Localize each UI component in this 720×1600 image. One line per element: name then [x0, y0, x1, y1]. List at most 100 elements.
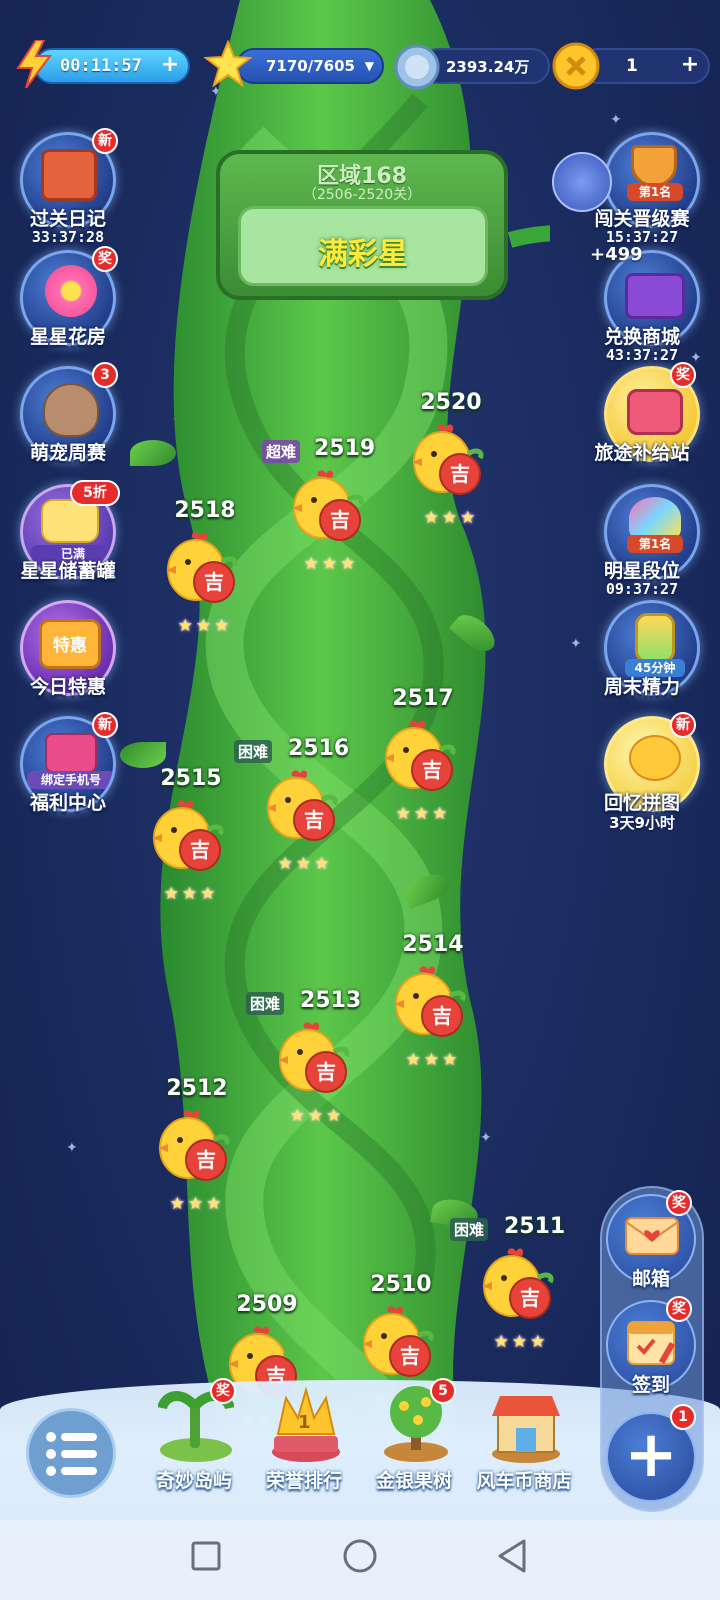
mailbox-label: 邮箱 — [631, 1268, 670, 1290]
chick-level-icon: 吉 — [362, 1306, 434, 1377]
star-rank-button[interactable]: 第1名 明星段位 09:37:27 — [590, 484, 700, 598]
diary-button[interactable]: 新 过关日记 33:37:28 — [6, 128, 118, 246]
zone-name: 满彩星 — [318, 237, 408, 272]
chick-character: 吉 — [204, 570, 224, 594]
chick-level-icon: 吉 — [266, 770, 338, 841]
memory-puzzle-label: 回忆拼图 — [603, 792, 680, 814]
weekend-energy-button[interactable]: 45分钟 周末精力 — [590, 600, 700, 710]
zone-name-panel: 满彩星 — [238, 206, 488, 286]
level-number: 2511 — [504, 1214, 566, 1239]
level-number: 2520 — [420, 390, 482, 415]
add-gold-button[interactable]: + — [678, 54, 702, 78]
difficulty-tag: 困难 — [234, 740, 273, 763]
energy-timer: 00:11:57 — [60, 56, 142, 76]
level-node-2517[interactable]: 2517 吉 ★★★ — [368, 686, 478, 846]
menu-button[interactable] — [26, 1408, 116, 1498]
daily-deal-button[interactable]: 特惠 今日特惠 — [6, 600, 116, 710]
chick-level-icon: 吉 — [158, 1110, 230, 1181]
level-number: 2514 — [402, 932, 464, 957]
new-badge: 新 — [670, 712, 696, 738]
memory-puzzle-button[interactable]: 新 回忆拼图 3天9小时 — [590, 712, 700, 832]
wonder-island-label: 奇妙岛屿 — [155, 1470, 232, 1492]
sparkle: ✦ — [610, 112, 622, 128]
leaf — [130, 440, 176, 466]
level-node-2512[interactable]: 2512 吉 ★★★ — [142, 1076, 252, 1236]
level-node-2518[interactable]: 2518 吉 ★★★ — [150, 498, 260, 658]
level-node-2515[interactable]: 2515 吉 ★★★ — [136, 766, 246, 926]
three-stars-icon: ★★★ — [163, 884, 219, 904]
three-stars-icon: ★★★ — [303, 554, 359, 574]
level-node-2514[interactable]: 2514 吉 ★★★ — [378, 932, 488, 1092]
windmill-shop-button[interactable]: 风车币商店 — [474, 1384, 574, 1494]
home-icon[interactable] — [342, 1538, 378, 1574]
chick-character: 吉 — [316, 1060, 336, 1084]
level-stars: ★★★ — [368, 804, 478, 824]
level-node-2511[interactable]: 2511 困难吉 ★★★ — [450, 1214, 576, 1374]
chick-level-icon: 吉 — [152, 800, 224, 871]
shop-icon — [492, 1396, 560, 1463]
chick-character: 吉 — [304, 808, 324, 832]
wonder-island-button[interactable]: 奖 奇妙岛屿 — [144, 1378, 244, 1494]
level-stars: ★★★ — [136, 884, 246, 904]
level-node-2513[interactable]: 2513 困难吉 ★★★ — [246, 988, 372, 1148]
plus-points: +499 — [590, 244, 643, 265]
three-stars-icon: ★★★ — [405, 1050, 461, 1070]
daily-deal-label: 今日特惠 — [29, 676, 106, 698]
level-node-2519[interactable]: 2519 超难吉 ★★★ — [262, 436, 386, 596]
recent-apps-icon[interactable] — [190, 1540, 222, 1572]
star-rank-label: 明星段位 — [603, 560, 680, 582]
exchange-shop-button[interactable]: +499 兑换商城 43:37:27 — [590, 244, 700, 364]
chick-character: 吉 — [432, 1004, 452, 1028]
level-node-2520[interactable]: 2520 吉 ★★★ — [396, 390, 506, 550]
level-number: 2512 — [166, 1076, 228, 1101]
chick-level-icon: 吉 — [166, 532, 238, 603]
reward-badge: 奖 — [92, 246, 118, 272]
chick-character: 吉 — [520, 1286, 540, 1310]
level-stars: ★★★ — [142, 1194, 252, 1214]
energy-pill[interactable]: 00:11:57 + — [34, 48, 190, 84]
money-tree-button[interactable]: 5 金银果树 — [364, 1378, 464, 1494]
lightning-icon — [16, 40, 52, 88]
level-node-2516[interactable]: 2516 困难吉 ★★★ — [234, 736, 360, 896]
supply-station-button[interactable]: 奖 旅途补给站 — [590, 362, 700, 476]
stars-pill[interactable]: 7170/7605 ▼ — [236, 48, 384, 84]
gift-bubble-icon[interactable] — [552, 152, 612, 212]
sparkle: ✦ — [570, 636, 582, 652]
level-number: 2516 — [288, 736, 350, 761]
honor-ranking-label: 荣誉排行 — [265, 1470, 342, 1492]
count-badge: 3 — [92, 362, 118, 388]
flower-house-button[interactable]: 奖 星星花房 — [6, 246, 118, 360]
level-stars: ★★★ — [262, 1106, 372, 1126]
welfare-center-button[interactable]: 绑定手机号 新 福利中心 — [6, 712, 118, 826]
welfare-center-label: 福利中心 — [29, 792, 106, 814]
system-nav-bar — [0, 1520, 720, 1600]
pet-weekly-label: 萌宠周赛 — [29, 442, 106, 464]
three-stars-icon: ★★★ — [493, 1332, 549, 1352]
star-savings-button[interactable]: 已满 5折 星星储蓄罐 — [6, 480, 120, 594]
three-stars-icon: ★★★ — [177, 616, 233, 636]
chick-level-icon: 吉 — [412, 424, 484, 495]
list-icon — [46, 1432, 97, 1476]
three-stars-icon: ★★★ — [395, 804, 451, 824]
back-icon[interactable] — [496, 1538, 528, 1574]
level-stars: ★★★ — [396, 508, 506, 528]
envelope-icon — [625, 1217, 679, 1255]
add-energy-button[interactable]: + — [158, 54, 182, 78]
stars-value: 7170/7605 — [266, 57, 355, 75]
reward-badge: 奖 — [670, 362, 696, 388]
weekend-energy-label: 周末精力 — [603, 676, 680, 698]
chick-level-icon: 吉 — [292, 470, 364, 541]
chick-character: 吉 — [422, 758, 442, 782]
honor-ranking-button[interactable]: 1 荣誉排行 — [254, 1384, 354, 1494]
reward-badge: 奖 — [210, 1378, 236, 1404]
chick-character: 吉 — [190, 838, 210, 862]
sparkle: ✦ — [66, 1140, 78, 1156]
pet-weekly-button[interactable]: 3 萌宠周赛 — [6, 362, 118, 476]
level-stars: ★★★ — [276, 554, 386, 574]
zone-sign[interactable]: 区域168 （2506-2520关） 满彩星 — [216, 150, 508, 300]
three-stars-icon: ★★★ — [289, 1106, 345, 1126]
stars-dropdown-button[interactable]: ▼ — [365, 59, 374, 73]
three-stars-icon: ★★★ — [277, 854, 333, 874]
new-badge: 新 — [92, 128, 118, 154]
chick-level-icon: 吉 — [384, 720, 456, 791]
